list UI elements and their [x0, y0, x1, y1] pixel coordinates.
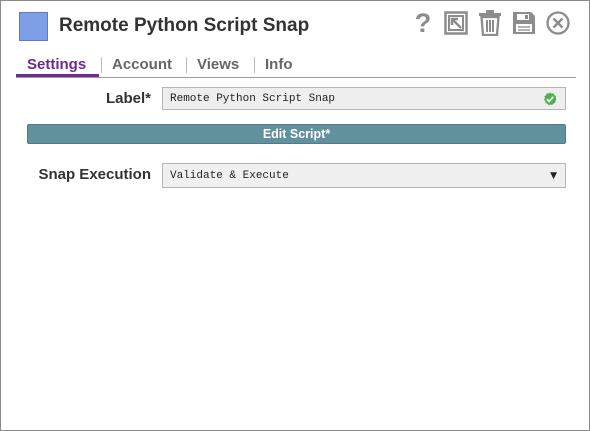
snap-settings-dialog: Remote Python Script Snap ? Settings Acc… [0, 0, 590, 431]
label-input[interactable]: Remote Python Script Snap [162, 87, 566, 110]
label-field-label: Label* [105, 90, 151, 107]
snap-icon [19, 12, 48, 41]
tab-settings[interactable]: Settings [27, 55, 86, 75]
dialog-title: Remote Python Script Snap [59, 15, 310, 36]
tab-divider [101, 57, 102, 73]
tab-views[interactable]: Views [197, 55, 239, 75]
dropdown-arrow-icon[interactable]: ▼ [550, 170, 557, 183]
svg-text:?: ? [415, 10, 431, 36]
check-circle-icon [543, 92, 557, 106]
edit-script-button[interactable]: Edit Script* [27, 124, 566, 144]
dialog-header: Remote Python Script Snap ? [1, 1, 589, 51]
help-icon[interactable]: ? [409, 7, 437, 39]
export-icon[interactable] [442, 7, 470, 39]
snap-execution-select[interactable]: Validate & Execute ▼ [162, 163, 566, 188]
tab-divider [186, 57, 187, 73]
close-icon[interactable] [544, 7, 572, 39]
snap-execution-label: Snap Execution [38, 166, 151, 183]
save-icon[interactable] [510, 7, 538, 39]
tab-account[interactable]: Account [112, 55, 172, 75]
tab-info[interactable]: Info [265, 55, 293, 75]
tab-divider [254, 57, 255, 73]
delete-icon[interactable] [476, 7, 504, 39]
tab-bar-divider [16, 77, 576, 78]
label-input-value: Remote Python Script Snap [170, 93, 336, 105]
snap-execution-value: Validate & Execute [170, 170, 289, 182]
tab-bar: Settings Account Views Info [16, 53, 576, 77]
